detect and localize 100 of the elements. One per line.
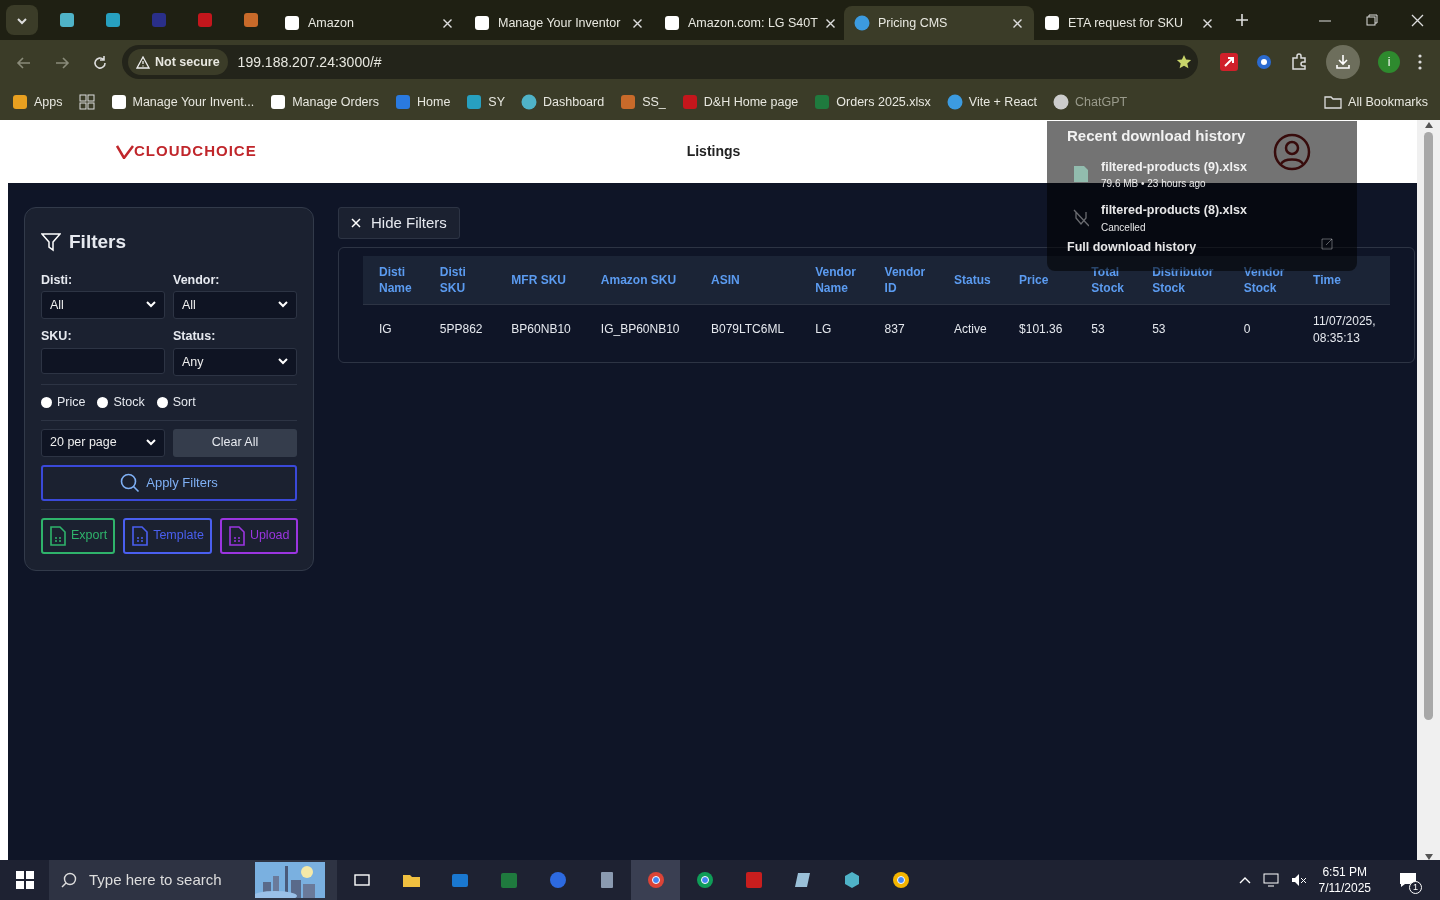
all-bookmarks-button[interactable]: All Bookmarks [1324,92,1428,112]
site-icon[interactable] [243,12,259,28]
history-link[interactable]: Full download history [1067,238,1197,257]
more-icon[interactable] [1418,54,1422,70]
back-icon [16,54,32,71]
scrollbar[interactable] [1417,120,1440,860]
bookmark[interactable]: Manage Orders [270,92,379,112]
clock-date[interactable]: 7/11/2025 [1318,880,1371,897]
select-field[interactable]: All [41,291,165,320]
column-header[interactable]: Disti Name [363,256,424,305]
site-icon[interactable] [59,12,75,28]
input-field[interactable] [41,348,165,374]
notification-count: 1 [1409,881,1422,894]
close-icon[interactable] [633,18,642,28]
address-bar[interactable]: Not secure 199.188.207.24:3000/# [122,45,1198,79]
puzzle-icon[interactable] [1290,53,1308,71]
close-icon[interactable] [825,18,835,28]
column-header[interactable]: Vendor ID [868,256,938,305]
column-header[interactable]: Amazon SKU [584,256,695,305]
nav-link[interactable]: Listings [686,141,741,162]
hide-filters-button[interactable]: Hide Filters [338,207,460,239]
select-field[interactable]: All [173,291,297,320]
site-icon[interactable] [105,12,121,28]
site-icon [854,15,870,31]
download-item[interactable]: filtered-products (8).xlsx Cancelled [1047,191,1357,235]
extension-icon[interactable] [1220,53,1238,71]
search-icon [61,872,77,888]
profile-button[interactable]: i [1378,51,1400,73]
table-cell: 837 [868,304,938,354]
column-header[interactable]: Vendor Stock [1227,256,1298,305]
new-tab-icon[interactable] [1236,14,1248,26]
browser-tab[interactable]: Amazon [274,6,464,40]
bookmark[interactable]: Apps [12,92,63,112]
file-name: filtered-products (9).xlsx [1101,158,1247,176]
clock-time[interactable]: 6:51 PM [1318,863,1371,880]
site-icon [474,15,490,31]
browser-icon[interactable] [695,871,714,889]
column-header[interactable]: Price [1003,256,1076,305]
close-icon[interactable] [1013,18,1022,28]
extension-icon[interactable] [1256,54,1272,70]
browser-icon[interactable] [646,871,665,889]
column-header[interactable]: Total Stock [1075,256,1137,305]
logo[interactable]: CLOUDCHOICE [116,140,257,163]
v-mark-icon [116,144,134,159]
muted-speaker-icon[interactable] [1290,873,1307,887]
user-icon[interactable] [1273,132,1311,171]
chevron-down-icon [146,438,156,447]
bookmark[interactable]: Manage Your Invent... [110,92,255,112]
table-cell: 11/07/2025, 08:35:13 [1297,304,1390,354]
column-header[interactable]: Vendor Name [799,256,869,305]
bookmark[interactable]: Orders 2025.xlsx [814,92,931,112]
radio-option[interactable]: Stock [97,393,145,412]
close-icon[interactable] [443,18,452,28]
browser-tab[interactable]: ETA request for SKU [1034,6,1224,40]
browser-icon[interactable] [891,871,910,889]
notification-button[interactable]: 1 [1383,860,1432,900]
table-cell: B079LTC6ML [695,304,800,354]
chat-bubble-icon [1398,872,1417,888]
bookmark[interactable]: D&H Home page [681,92,799,112]
chevron-down-icon [278,301,288,310]
column-header[interactable]: Distributor Stock [1136,256,1228,305]
network-icon[interactable] [1262,873,1279,887]
radio-option[interactable]: Price [41,393,86,412]
column-header[interactable]: ASIN [695,256,800,305]
per-page-select[interactable]: 20 per page [41,428,165,457]
bookmark[interactable]: ChatGPT [1053,92,1128,112]
hexagon-icon[interactable] [842,871,861,889]
document-icon [49,525,67,546]
column-header[interactable]: MFR SKU [495,256,585,305]
download-button[interactable] [1326,45,1360,79]
column-header[interactable]: Disti SKU [423,256,496,305]
bookmark[interactable]: SY [466,92,505,112]
download-item[interactable]: filtered-products (9).xlsx 79.6 MB • 23 hours ago [1047,147,1357,192]
security-chip[interactable]: Not secure [128,48,228,76]
bookmark[interactable]: SS_ [620,92,666,112]
site-icon [12,94,28,110]
table-cell: LG [799,304,869,354]
action-button[interactable]: Export [41,517,116,554]
file-detail: Cancelled [1101,221,1147,235]
task-view-icon[interactable] [352,871,371,889]
bookmark[interactable]: Vite + React [946,92,1037,112]
apply-filters-button[interactable]: Apply Filters [41,464,297,501]
tab-list-button[interactable] [6,5,38,35]
grid-icon[interactable] [78,94,95,110]
clear-button[interactable]: Clear All [173,428,297,457]
column-header[interactable]: Time [1297,256,1390,305]
open-external-icon[interactable] [1321,238,1333,251]
close-icon[interactable] [1203,18,1212,28]
column-header[interactable]: Status [938,256,1004,305]
browser-tab[interactable]: Pricing CMS [844,6,1034,40]
taskbar-search[interactable]: Type here to search [49,860,337,900]
star-icon[interactable] [1176,54,1192,70]
browser-tab[interactable]: Manage Your Inventor [464,6,654,40]
bookmark[interactable]: Dashboard [521,92,605,112]
radio-option[interactable]: Sort [156,393,196,412]
bookmark[interactable]: Home [395,92,451,112]
document-icon [227,525,246,546]
browser-tab[interactable]: Amazon.com: LG S40T [654,6,844,40]
chevron-up-icon[interactable] [1238,876,1251,884]
select-field[interactable]: Any [173,348,297,376]
